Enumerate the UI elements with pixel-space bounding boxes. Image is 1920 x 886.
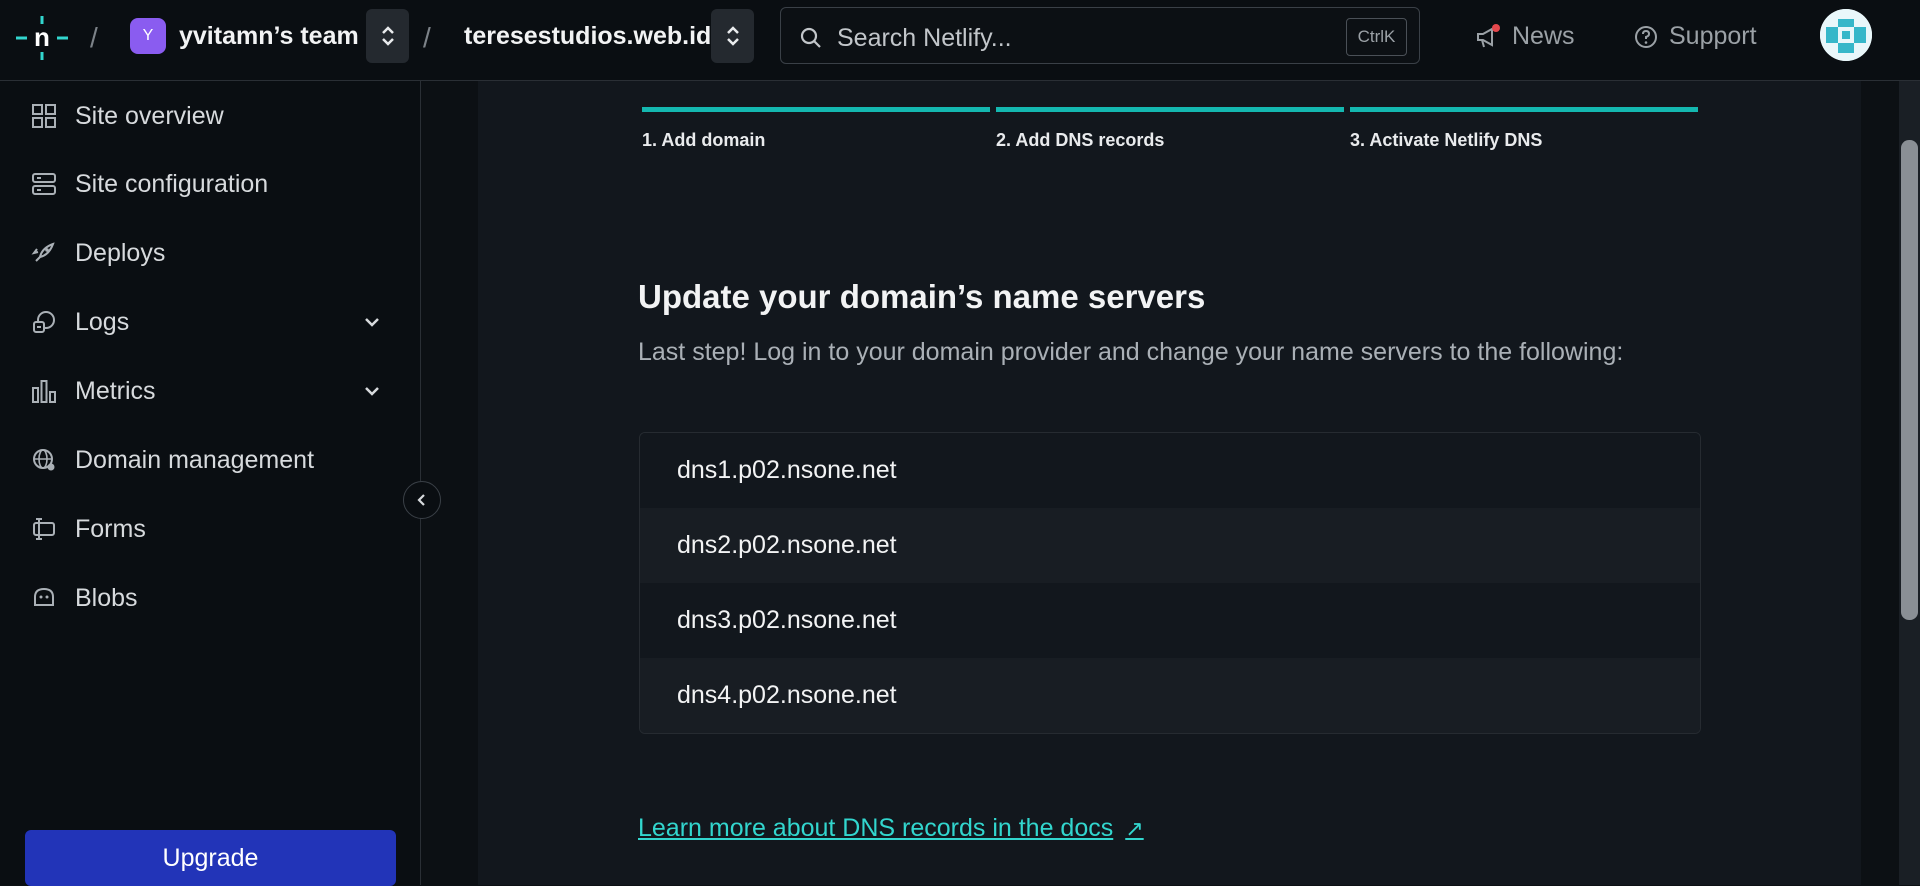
sidebar-item-label: Site configuration: [75, 169, 269, 198]
step-progress-bar-2: [996, 107, 1344, 112]
chevron-down-icon[interactable]: [362, 312, 382, 332]
dns-docs-link[interactable]: Learn more about DNS records in the docs…: [638, 814, 1144, 843]
scrollbar-thumb[interactable]: [1901, 140, 1918, 620]
step-label-2: 2. Add DNS records: [996, 130, 1165, 150]
sidebar-item-label: Blobs: [75, 583, 138, 612]
logs-icon: [33, 311, 55, 333]
sidebar-item-logs[interactable]: Logs: [0, 294, 421, 350]
bar-chart-icon: [32, 380, 56, 403]
name-servers-list: dns1.p02.nsone.net dns2.p02.nsone.net dn…: [639, 432, 1701, 734]
globe-icon: [33, 449, 55, 471]
step-label-3: 3. Activate Netlify DNS: [1350, 130, 1543, 150]
search-icon: [800, 27, 821, 48]
support-label: Support: [1669, 22, 1757, 50]
sidebar: Site overview Site configuration Deploys…: [0, 81, 421, 886]
step-label-1: 1. Add domain: [642, 130, 766, 150]
chevron-down-icon[interactable]: [362, 381, 382, 401]
sidebar-item-label: Site overview: [75, 101, 224, 130]
name-server-row[interactable]: dns3.p02.nsone.net: [640, 583, 1700, 658]
sidebar-item-site-overview[interactable]: Site overview: [0, 88, 421, 144]
svg-text:n: n: [34, 22, 50, 52]
breadcrumb-separator: /: [90, 22, 98, 53]
sidebar-item-domain-management[interactable]: Domain management: [0, 432, 421, 488]
search-placeholder: Search Netlify...: [837, 24, 1012, 52]
sidebar-item-label: Forms: [75, 514, 146, 543]
news-button[interactable]: News: [1474, 22, 1575, 51]
grid-icon: [32, 104, 56, 128]
step-progress-bar-1: [642, 107, 990, 112]
sidebar-item-site-configuration[interactable]: Site configuration: [0, 156, 421, 212]
name-server-row[interactable]: dns2.p02.nsone.net: [640, 508, 1700, 583]
news-label: News: [1512, 22, 1575, 50]
sidebar-item-label: Logs: [75, 307, 130, 336]
upgrade-button[interactable]: Upgrade: [25, 830, 396, 886]
sidebar-item-label: Metrics: [75, 376, 156, 405]
top-bar: n / Y yvitamn’s team / teresestudios.web…: [0, 0, 1920, 81]
help-circle-icon: [1635, 25, 1657, 48]
keyboard-shortcut-badge: CtrlK: [1346, 18, 1407, 56]
external-link-icon: ↗: [1125, 815, 1144, 841]
page-subtitle: Last step! Log in to your domain provide…: [638, 338, 1624, 366]
sidebar-item-blobs[interactable]: Blobs: [0, 570, 421, 626]
notification-dot: [1492, 23, 1500, 32]
step-progress-bar-3: [1350, 107, 1698, 112]
team-switcher-button[interactable]: [366, 9, 409, 63]
megaphone-icon: [1477, 23, 1500, 47]
team-name[interactable]: yvitamn’s team: [179, 22, 359, 51]
team-avatar[interactable]: Y: [130, 18, 166, 54]
form-icon: [33, 518, 55, 540]
blob-icon: [34, 587, 54, 606]
sidebar-item-label: Domain management: [75, 445, 315, 474]
name-server-row[interactable]: dns4.p02.nsone.net: [640, 658, 1700, 733]
sidebar-item-forms[interactable]: Forms: [0, 501, 421, 557]
name-server-row[interactable]: dns1.p02.nsone.net: [640, 433, 1700, 508]
netlify-logo-icon[interactable]: n: [16, 16, 68, 60]
chevron-up-down-icon: [381, 26, 394, 46]
server-icon: [32, 173, 56, 195]
chevron-left-icon: [417, 494, 425, 506]
rocket-icon: [31, 242, 55, 262]
user-avatar[interactable]: [1820, 9, 1872, 61]
page-title: Update your domain’s name servers: [638, 278, 1206, 315]
chevron-up-down-icon: [726, 26, 739, 46]
support-button[interactable]: Support: [1633, 22, 1757, 51]
sidebar-item-deploys[interactable]: Deploys: [0, 225, 421, 281]
site-name[interactable]: teresestudios.web.id: [464, 22, 711, 51]
search-input[interactable]: Search Netlify... CtrlK: [780, 7, 1420, 64]
sidebar-item-metrics[interactable]: Metrics: [0, 363, 421, 419]
site-switcher-button[interactable]: [711, 9, 754, 63]
collapse-sidebar-button[interactable]: [403, 481, 441, 519]
breadcrumb-separator: /: [423, 22, 431, 53]
sidebar-item-label: Deploys: [75, 238, 166, 267]
dns-docs-link-label: Learn more about DNS records in the docs: [638, 814, 1114, 842]
